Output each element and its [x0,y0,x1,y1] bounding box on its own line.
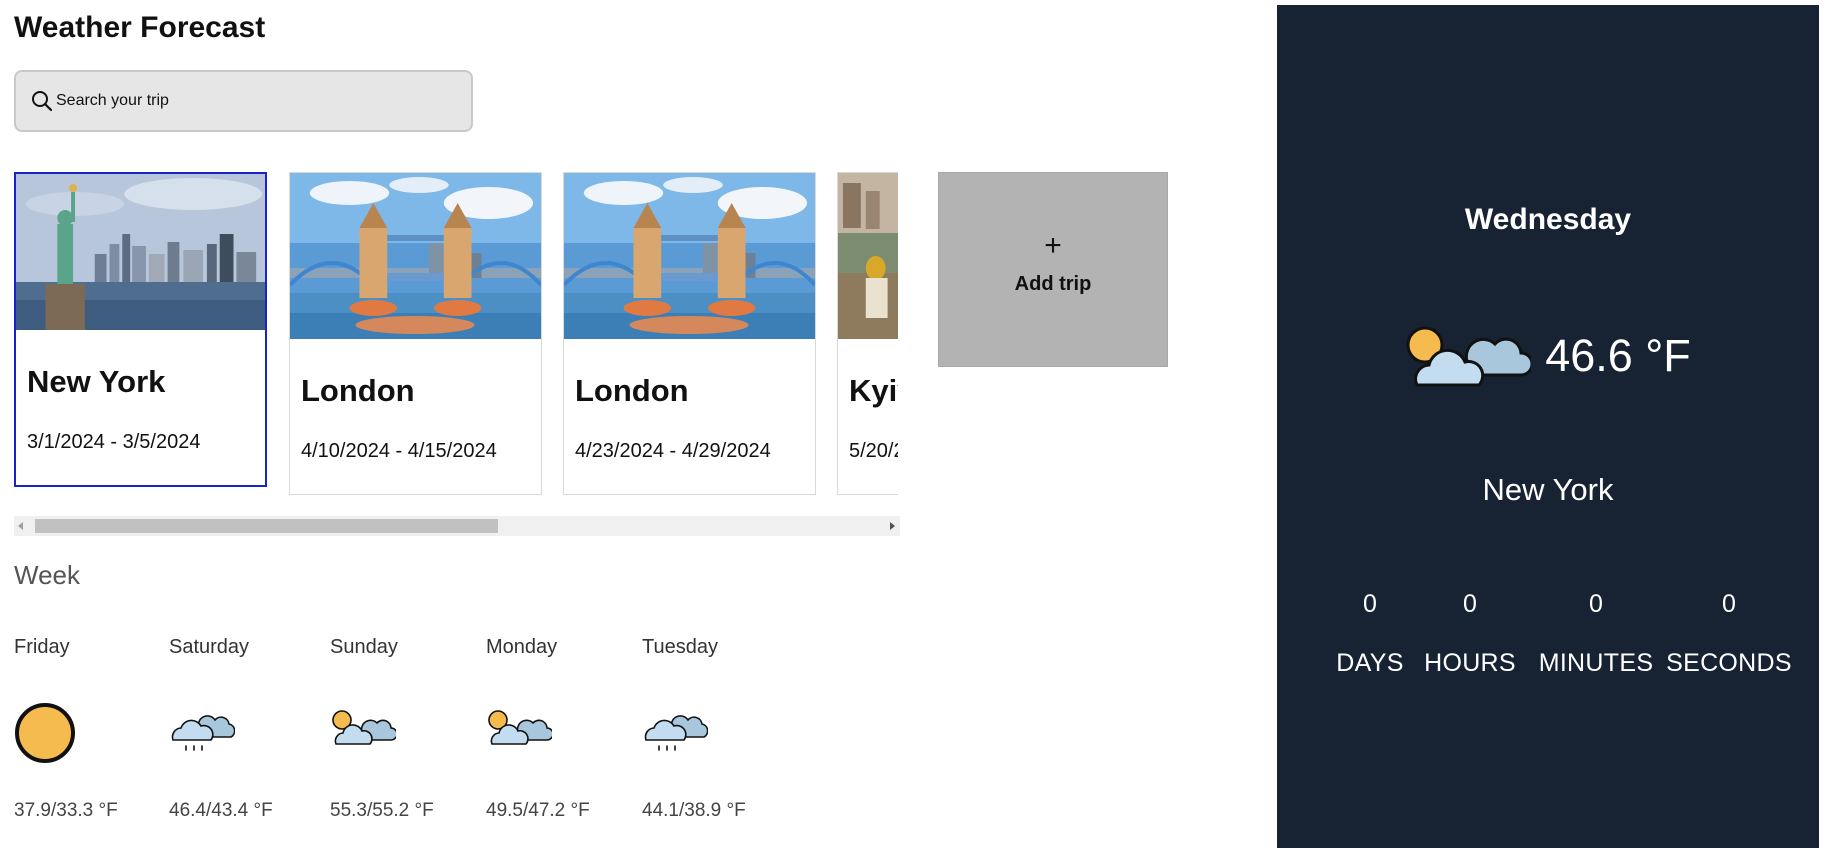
title-bold: Forecast [140,11,266,44]
plus-icon: + [1044,229,1062,262]
main-content: Weather Forecast New York 3/1/2024 - 3/5… [0,0,1270,848]
day-temp: 37.9/33.3 °F [14,800,118,821]
trip-card-london-1[interactable]: London 4/10/2024 - 4/15/2024 [289,172,542,495]
trip-dates: 4/10/2024 - 4/15/2024 [301,440,497,462]
trip-card-new-york[interactable]: New York 3/1/2024 - 3/5/2024 [14,172,267,487]
scroll-left-arrow-icon[interactable] [18,522,23,530]
countdown-label: SECONDS [1666,649,1792,677]
current-city: New York [1482,472,1614,507]
add-trip-label: Add trip [1014,273,1092,295]
day-forecast: Friday 37.9/33.3 °F [14,636,164,821]
trip-dates: 4/23/2024 - 4/29/2024 [575,440,771,462]
trip-image-new-york [16,174,265,330]
partly-cloudy-icon [1406,326,1532,387]
trip-name: London [301,373,415,408]
sun-icon [15,703,75,763]
rain-cloud-icon [644,715,708,751]
partly-cloudy-icon [332,710,396,745]
day-name: Monday [486,636,558,658]
trip-image-london-1 [290,173,541,339]
current-weather: 46.6 °F [1277,323,1819,389]
search-icon [32,91,53,112]
page-title: Weather Forecast [14,10,265,46]
trip-dates: 3/1/2024 - 3/5/2024 [27,431,201,453]
current-temp: 46.6 °F [1545,330,1691,381]
trip-card-kyiv[interactable]: Kyiv 5/20/2024 [837,172,898,495]
trip-name: New York [27,364,166,399]
day-temp: 44.1/38.9 °F [642,800,746,821]
day-name: Tuesday [642,636,718,658]
countdown-value: 0 [1722,590,1736,618]
scroll-right-arrow-icon[interactable] [890,522,895,530]
trip-image-kyiv [838,173,898,339]
trip-name: London [575,373,689,408]
day-temp: 49.5/47.2 °F [486,800,590,821]
rain-cloud-icon [171,715,235,751]
search-box[interactable] [14,70,473,132]
partly-cloudy-icon [488,710,552,745]
trip-dates: 5/20/2024 [849,440,898,462]
day-forecast: Sunday 55.3/55.2 °F [330,636,480,821]
add-trip-button[interactable]: + Add trip [938,172,1168,367]
day-name: Friday [14,636,70,658]
day-temp: 55.3/55.2 °F [330,800,434,821]
search-input[interactable] [56,92,436,110]
day-name: Saturday [169,636,250,658]
title-light: Weather [14,11,132,44]
day-forecast: Saturday 46.4/43.4 °F [169,636,319,821]
trip-card-london-2[interactable]: London 4/23/2024 - 4/29/2024 [563,172,816,495]
current-weather-panel: Wednesday 46.6 °F New York 0 DAYS 0 HOUR… [1277,5,1819,848]
trip-image-london-2 [564,173,815,339]
day-forecast: Tuesday 44.1/38.9 °F [642,636,792,821]
day-temp: 46.4/43.4 °F [169,800,273,821]
carousel-scrollbar[interactable] [14,516,900,536]
day-forecast: Monday 49.5/47.2 °F [486,636,636,821]
current-day: Wednesday [1464,203,1632,236]
scrollbar-thumb[interactable] [35,519,498,533]
trip-carousel[interactable]: New York 3/1/2024 - 3/5/2024 London 4/10… [14,172,898,497]
week-title: Week [14,560,80,590]
countdown-seconds: 0 SECONDS [1645,590,1813,678]
day-name: Sunday [330,636,398,658]
trip-name: Kyiv [849,373,898,408]
